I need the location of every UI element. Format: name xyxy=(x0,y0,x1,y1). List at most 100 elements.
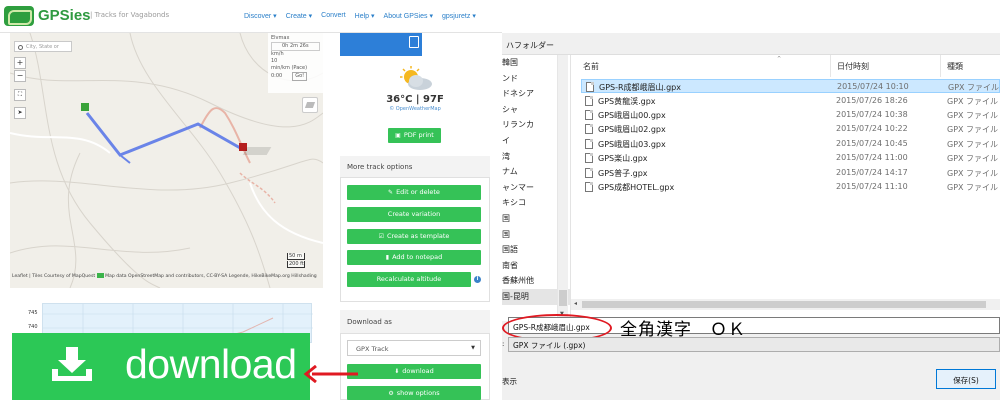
file-date: 2015/07/24 14:17 xyxy=(836,168,908,177)
save-button[interactable]: 保存(S) xyxy=(936,369,996,389)
dialog-header-folder[interactable]: ハフォルダー xyxy=(502,33,1000,55)
file-row[interactable]: GPS峨眉山02.gpx 2015/07/24 10:22 GPX ファイル xyxy=(581,122,1000,136)
scale-meters: 50 m xyxy=(287,253,305,260)
big-download-banner[interactable]: download xyxy=(12,333,310,400)
file-date: 2015/07/26 18:26 xyxy=(836,96,908,105)
create-variation-button[interactable]: Create variation xyxy=(347,207,481,222)
file-icon xyxy=(585,168,593,178)
track-map[interactable]: City, State or + − ⛶ ➤ Elvmax 0h 2m 26s … xyxy=(10,33,323,288)
go-button[interactable]: Go! xyxy=(292,72,308,81)
stat-speed-unit: km/h xyxy=(271,51,284,57)
zoom-in-button[interactable]: + xyxy=(14,57,26,69)
weather-partly-cloudy-icon xyxy=(400,66,432,90)
layers-icon[interactable] xyxy=(302,97,318,113)
elev-tick-740: 740 xyxy=(28,324,38,330)
nav-about[interactable]: About GPSies ▾ xyxy=(384,12,433,20)
file-date: 2015/07/24 10:38 xyxy=(836,110,908,119)
file-type: GPX ファイル xyxy=(947,154,999,163)
stat-elvmax: Elvmax xyxy=(271,35,290,41)
info-icon[interactable]: i xyxy=(474,276,481,283)
track-stats-box: Elvmax 0h 2m 26s km/h 10 min/km (Pace) 0… xyxy=(268,33,323,93)
attribution-rest[interactable]: Map data OpenStreetMap and contributors,… xyxy=(105,274,317,279)
column-date[interactable]: 日付時刻 xyxy=(830,55,940,77)
nav-scroll-thumb[interactable] xyxy=(559,290,567,306)
download-label: download xyxy=(402,367,434,375)
pencil-icon: ✎ xyxy=(388,189,394,196)
file-type: GPX ファイル xyxy=(947,183,999,192)
column-type[interactable]: 種類 xyxy=(940,55,1000,77)
file-row[interactable]: GPS黄龍渓.gpx 2015/07/26 18:26 GPX ファイル xyxy=(581,94,1000,108)
tagline: | Tracks for Vagabonds xyxy=(90,11,170,19)
nav-scrollbar[interactable]: ▼ xyxy=(557,55,568,321)
filename-row: GPS-R成都峨眉山.gpx 全角漢字 ＯＫ xyxy=(502,314,1000,342)
hscroll-thumb[interactable] xyxy=(582,301,986,308)
fullscreen-icon[interactable]: ⛶ xyxy=(14,89,26,101)
screenshot-root: GPSies | Tracks for Vagabonds Discover ▾… xyxy=(0,0,1000,400)
download-icon: ⬇ xyxy=(394,368,400,375)
hide-folders-toggle[interactable]: 表示 xyxy=(502,376,517,387)
file-date: 2015/07/24 11:10 xyxy=(836,182,908,191)
file-name: GPS-R成都峨眉山.gpx xyxy=(599,83,681,92)
create-variation-label: Create variation xyxy=(387,210,441,218)
filetype-label: : xyxy=(502,340,505,348)
city-search-input[interactable]: City, State or xyxy=(14,41,72,52)
file-row[interactable]: GPS成都HOTEL.gpx 2015/07/24 11:10 GPX ファイル xyxy=(581,180,1000,194)
file-row[interactable]: GPS峨眉山03.gpx 2015/07/24 10:45 GPX ファイル xyxy=(581,137,1000,151)
more-options-title: More track options xyxy=(340,156,490,178)
file-type: GPX ファイル xyxy=(947,125,999,134)
download-arrow-icon xyxy=(52,347,92,381)
file-date: 2015/07/24 10:10 xyxy=(837,82,909,91)
locate-icon[interactable]: ➤ xyxy=(14,107,26,119)
nav-user[interactable]: gpsjuretz ▾ xyxy=(442,12,476,20)
zoom-out-button[interactable]: − xyxy=(14,70,26,82)
filetype-row: : GPX ファイル (.gpx) xyxy=(502,336,1000,353)
column-name[interactable]: 名前 ^ xyxy=(577,55,827,77)
save-dialog: ハフォルダー 韓国 ンド ドネシア シャ リランカ イ 湾 ナム ャンマー キシ… xyxy=(502,33,1000,400)
format-select[interactable]: GPX Track ▼ xyxy=(347,340,481,356)
file-icon xyxy=(585,182,593,192)
pdf-print-label: PDF print xyxy=(403,131,434,139)
temperature: 36°C | 97F xyxy=(386,94,444,105)
big-download-label: download xyxy=(125,341,297,387)
elev-tick-745: 745 xyxy=(28,310,38,316)
nav-convert[interactable]: Convert xyxy=(321,12,346,20)
file-row[interactable]: GPS普子.gpx 2015/07/24 14:17 GPX ファイル xyxy=(581,166,1000,180)
add-notepad-button[interactable]: ▮ Add to notepad xyxy=(347,250,481,265)
pdf-print-button[interactable]: ▣ PDF print xyxy=(388,128,441,143)
recalc-altitude-button[interactable]: Recalculate altitude xyxy=(347,272,471,287)
file-name: GPS成都HOTEL.gpx xyxy=(598,183,675,192)
add-notepad-label: Add to notepad xyxy=(392,253,443,261)
scale-feet: 200 ft xyxy=(287,261,305,268)
scroll-left-icon[interactable]: ◂ xyxy=(574,300,577,307)
start-flag-icon[interactable] xyxy=(81,103,89,111)
file-type: GPX ファイル xyxy=(947,97,999,106)
nav-create[interactable]: Create ▾ xyxy=(286,12,312,20)
create-template-label: Create as template xyxy=(386,232,450,240)
nav-help[interactable]: Help ▾ xyxy=(355,12,375,20)
file-row-selected[interactable]: GPS-R成都峨眉山.gpx 2015/07/24 10:10 GPX ファイル xyxy=(581,79,1000,94)
file-row[interactable]: GPS峨眉山00.gpx 2015/07/24 10:38 GPX ファイル xyxy=(581,108,1000,122)
download-button[interactable]: ⬇ download xyxy=(347,364,481,379)
end-flag-shadow xyxy=(242,147,272,155)
map-attribution: Leaflet | Tiles Courtesy of MapQuest Map… xyxy=(12,273,317,280)
show-options-button[interactable]: ⚙ show options xyxy=(347,386,481,400)
stat-duration: 0h 2m 26s xyxy=(271,42,320,51)
filetype-select[interactable]: GPX ファイル (.gpx) xyxy=(508,337,1000,352)
file-icon xyxy=(586,82,594,92)
create-template-button[interactable]: ☑ Create as template xyxy=(347,229,481,244)
file-list: 名前 ^ 日付時刻 種類 GPS-R成都峨眉山.gpx 2015/07/24 1… xyxy=(571,55,1000,321)
nav-discover[interactable]: Discover ▾ xyxy=(244,12,277,20)
gpsies-logo-icon[interactable] xyxy=(4,6,34,26)
search-icon xyxy=(18,45,23,50)
blue-info-box[interactable] xyxy=(340,33,422,56)
file-list-hscrollbar[interactable]: ◂ xyxy=(571,299,1000,310)
pdf-icon: ▣ xyxy=(395,132,401,139)
weather-source-link[interactable]: © OpenWeatherMap xyxy=(340,106,490,112)
file-date: 2015/07/24 10:22 xyxy=(836,124,908,133)
edit-delete-button[interactable]: ✎ Edit or delete xyxy=(347,185,481,200)
brand-name[interactable]: GPSies xyxy=(38,7,91,24)
file-type: GPX ファイル xyxy=(948,83,1000,92)
file-type: GPX ファイル xyxy=(947,140,999,149)
file-row[interactable]: GPS楽山.gpx 2015/07/24 11:00 GPX ファイル xyxy=(581,151,1000,165)
attribution-leaflet[interactable]: Leaflet | Tiles Courtesy of MapQuest xyxy=(12,274,95,279)
